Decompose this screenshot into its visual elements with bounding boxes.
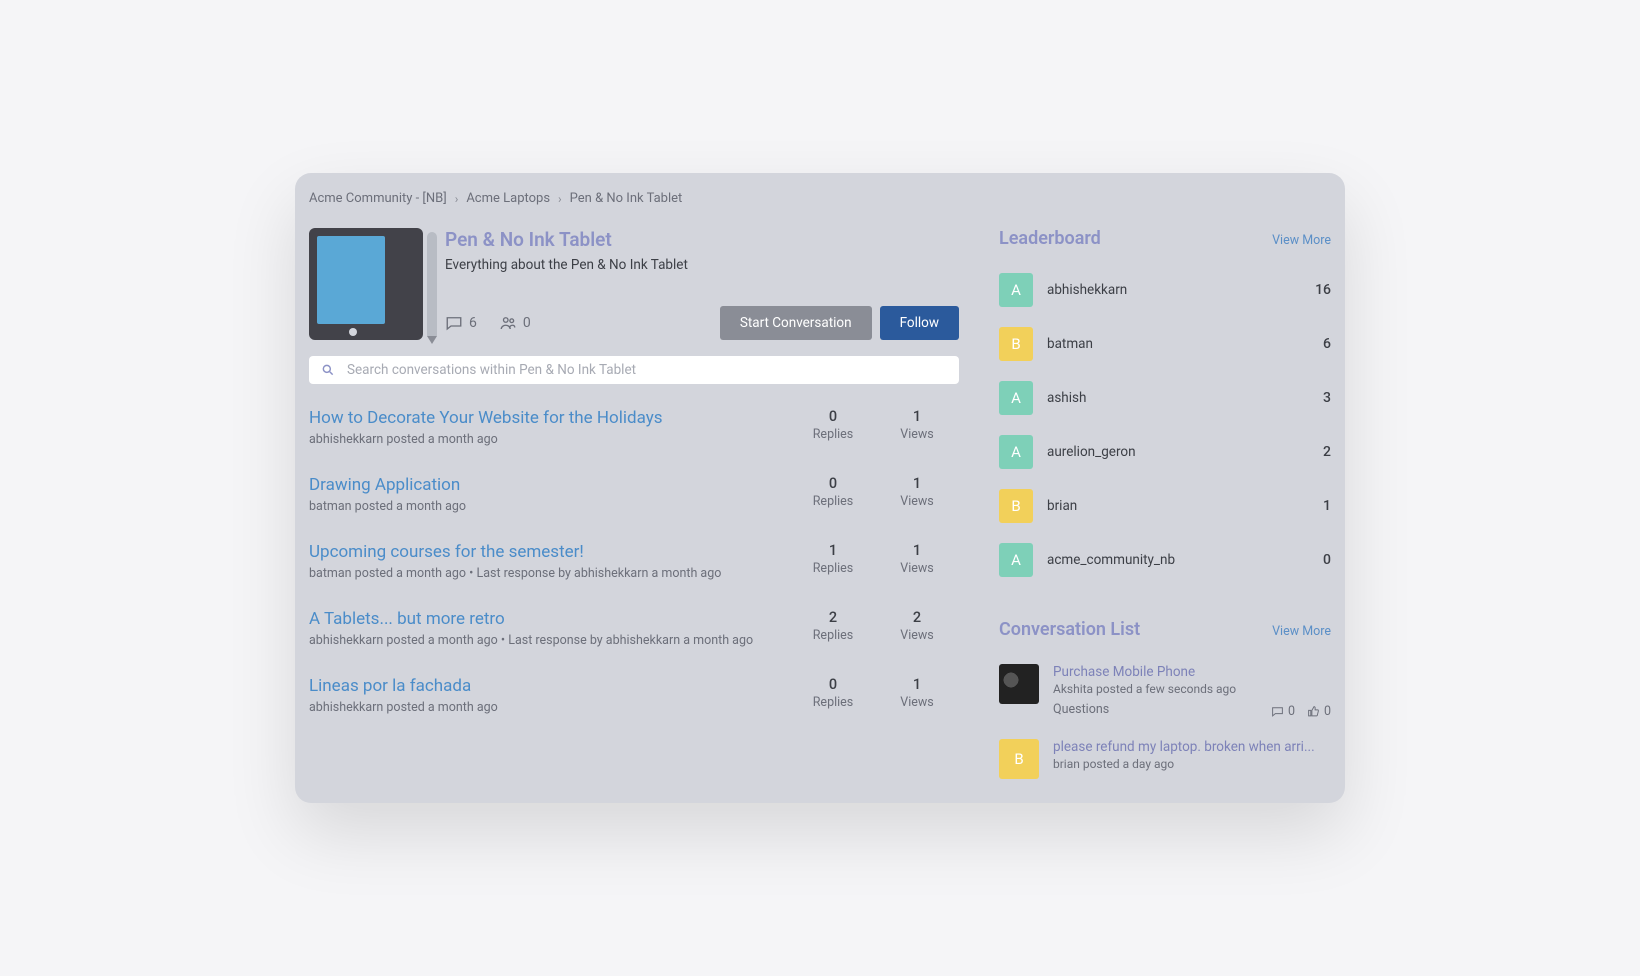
thread-replies: 0Replies (791, 676, 875, 710)
search-bar[interactable] (309, 356, 959, 384)
leaderboard-score: 16 (1315, 282, 1331, 298)
conversations-stat: 6 (445, 314, 477, 332)
members-stat: 0 (499, 314, 531, 332)
sidebar: Leaderboard View More A abhishekkarn 16 … (999, 228, 1331, 799)
thread-views: 1Views (875, 676, 959, 710)
conversation-item[interactable]: B please refund my laptop. broken when a… (999, 739, 1331, 779)
conversation-thumbnail (999, 664, 1039, 704)
users-icon (499, 314, 517, 332)
thumbs-up-icon (1307, 705, 1320, 718)
avatar: B (999, 489, 1033, 523)
thread-replies: 0Replies (791, 475, 875, 509)
thread-title[interactable]: How to Decorate Your Website for the Hol… (309, 408, 791, 428)
breadcrumb: Acme Community - [NB] › Acme Laptops › P… (309, 191, 1331, 206)
avatar: B (999, 327, 1033, 361)
likes-stat: 0 (1307, 704, 1331, 719)
leaderboard-row[interactable]: A abhishekkarn 16 (999, 273, 1331, 307)
leaderboard-score: 6 (1323, 336, 1331, 352)
forum-title: Pen & No Ink Tablet (445, 228, 959, 251)
chat-icon (445, 314, 463, 332)
forum-description: Everything about the Pen & No Ink Tablet (445, 257, 959, 273)
thread-title[interactable]: A Tablets... but more retro (309, 609, 791, 629)
breadcrumb-current: Pen & No Ink Tablet (570, 191, 683, 206)
search-icon (321, 363, 335, 377)
leaderboard-view-more[interactable]: View More (1272, 233, 1331, 248)
avatar: A (999, 381, 1033, 415)
leaderboard-score: 1 (1323, 498, 1331, 514)
thread-title[interactable]: Drawing Application (309, 475, 791, 495)
leaderboard-score: 2 (1323, 444, 1331, 460)
leaderboard-row[interactable]: B batman 6 (999, 327, 1331, 361)
comment-icon (1271, 705, 1284, 718)
avatar: A (999, 543, 1033, 577)
avatar: A (999, 435, 1033, 469)
conversation-title[interactable]: Purchase Mobile Phone (1053, 664, 1331, 680)
conversation-item[interactable]: Purchase Mobile Phone Akshita posted a f… (999, 664, 1331, 719)
leaderboard-name: acme_community_nb (1047, 552, 1309, 568)
thread-meta: abhishekkarn posted a month ago (309, 432, 791, 447)
search-input[interactable] (347, 362, 947, 378)
comments-stat: 0 (1271, 704, 1295, 719)
thread-meta: batman posted a month ago (309, 499, 791, 514)
leaderboard-score: 0 (1323, 552, 1331, 568)
avatar: B (999, 739, 1039, 779)
thread-replies: 0Replies (791, 408, 875, 442)
leaderboard-name: ashish (1047, 390, 1309, 406)
thread-views: 1Views (875, 408, 959, 442)
community-window: Acme Community - [NB] › Acme Laptops › P… (295, 173, 1345, 803)
follow-button[interactable]: Follow (880, 306, 959, 340)
start-conversation-button[interactable]: Start Conversation (720, 306, 872, 340)
thread-views: 1Views (875, 475, 959, 509)
thread-meta: abhishekkarn posted a month ago • Last r… (309, 633, 791, 648)
leaderboard-row[interactable]: A aurelion_geron 2 (999, 435, 1331, 469)
avatar: A (999, 273, 1033, 307)
thread-row: A Tablets... but more retro abhishekkarn… (309, 609, 959, 676)
conversation-meta: brian posted a day ago (1053, 757, 1331, 771)
conversation-category: Questions (1053, 702, 1109, 717)
thread-row: Lineas por la fachada abhishekkarn poste… (309, 676, 959, 743)
breadcrumb-link[interactable]: Acme Community - [NB] (309, 191, 447, 206)
thread-title[interactable]: Upcoming courses for the semester! (309, 542, 791, 562)
thread-replies: 1Replies (791, 542, 875, 576)
leaderboard-row[interactable]: A acme_community_nb 0 (999, 543, 1331, 577)
thread-row: Drawing Application batman posted a mont… (309, 475, 959, 542)
leaderboard-score: 3 (1323, 390, 1331, 406)
thread-meta: abhishekkarn posted a month ago (309, 700, 791, 715)
forum-thumbnail (309, 228, 423, 340)
leaderboard-name: abhishekkarn (1047, 282, 1301, 298)
conversation-title[interactable]: please refund my laptop. broken when arr… (1053, 739, 1331, 755)
breadcrumb-link[interactable]: Acme Laptops (466, 191, 550, 206)
conversation-list-title: Conversation List (999, 619, 1140, 640)
main-column: Pen & No Ink Tablet Everything about the… (309, 228, 959, 799)
conversations-count: 6 (469, 315, 477, 331)
conversation-list-view-more[interactable]: View More (1272, 624, 1331, 639)
conversation-meta: Akshita posted a few seconds ago (1053, 682, 1331, 696)
chevron-right-icon: › (455, 192, 459, 206)
leaderboard-name: brian (1047, 498, 1309, 514)
thread-row: How to Decorate Your Website for the Hol… (309, 408, 959, 475)
thread-views: 2Views (875, 609, 959, 643)
leaderboard-name: batman (1047, 336, 1309, 352)
thread-row: Upcoming courses for the semester! batma… (309, 542, 959, 609)
chevron-right-icon: › (558, 192, 562, 206)
thread-meta: batman posted a month ago • Last respons… (309, 566, 791, 581)
leaderboard-name: aurelion_geron (1047, 444, 1309, 460)
leaderboard-title: Leaderboard (999, 228, 1101, 249)
members-count: 0 (523, 315, 531, 331)
leaderboard-row[interactable]: B brian 1 (999, 489, 1331, 523)
leaderboard-row[interactable]: A ashish 3 (999, 381, 1331, 415)
thread-views: 1Views (875, 542, 959, 576)
thread-replies: 2Replies (791, 609, 875, 643)
thread-title[interactable]: Lineas por la fachada (309, 676, 791, 696)
